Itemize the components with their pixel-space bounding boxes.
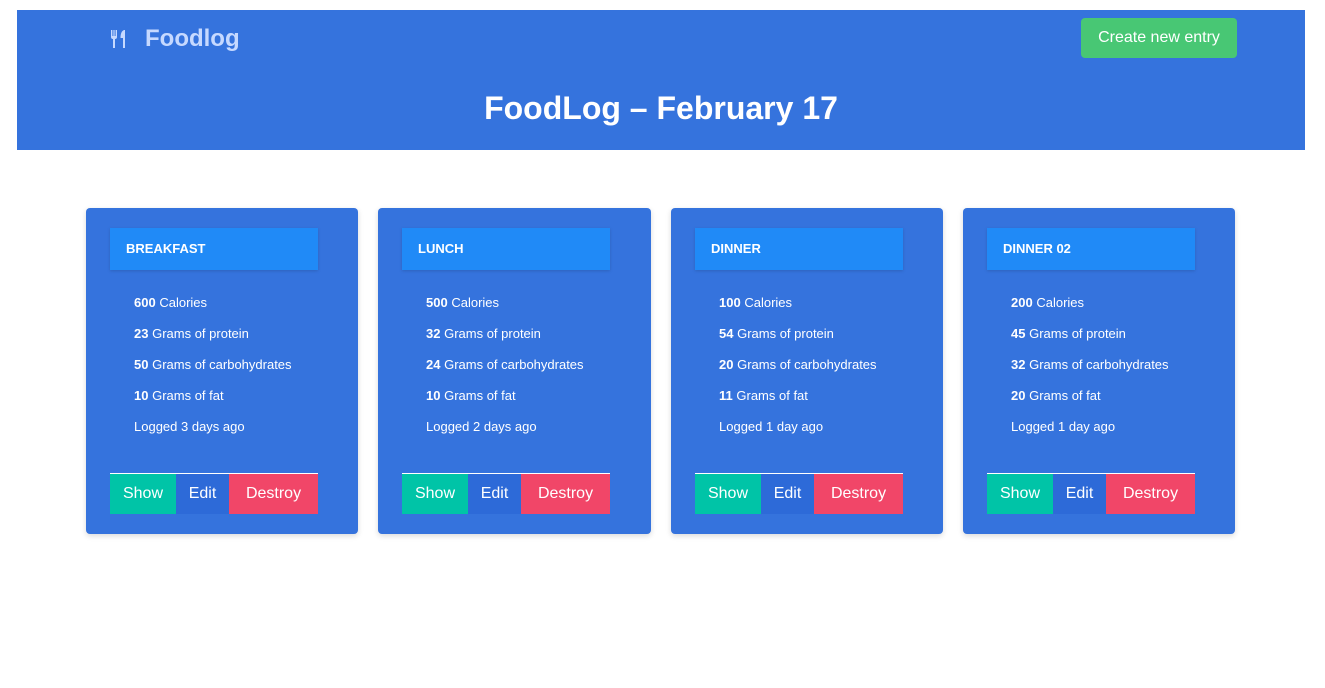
fat-label: Grams of fat	[1029, 388, 1101, 403]
fat-label: Grams of fat	[736, 388, 808, 403]
carbs-stat: 32 Grams of carbohydrates	[1011, 356, 1169, 387]
meal-cards: BREAKFAST 600 Calories 23 Grams of prote…	[86, 208, 1235, 534]
destroy-button[interactable]: Destroy	[814, 474, 903, 514]
calories-label: Calories	[1036, 295, 1085, 310]
card-actions: Show Edit Destroy	[695, 473, 903, 514]
calories-stat: 100 Calories	[719, 294, 877, 325]
fat-value: 11	[719, 388, 733, 403]
protein-value: 23	[134, 326, 149, 341]
calories-stat: 600 Calories	[134, 294, 292, 325]
logged-time: Logged 1 day ago	[1011, 419, 1116, 434]
carbs-stat: 20 Grams of carbohydrates	[719, 356, 877, 387]
calories-stat: 200 Calories	[1011, 294, 1169, 325]
logged-time: Logged 2 days ago	[426, 419, 537, 434]
meal-card-title: DINNER 02	[987, 228, 1195, 270]
carbs-value: 20	[719, 357, 734, 372]
edit-button[interactable]: Edit	[176, 474, 229, 514]
show-button[interactable]: Show	[110, 474, 176, 514]
protein-value: 32	[426, 326, 441, 341]
protein-label: Grams of protein	[152, 326, 249, 341]
carbs-value: 32	[1011, 357, 1026, 372]
card-actions: Show Edit Destroy	[110, 473, 318, 514]
protein-value: 45	[1011, 326, 1026, 341]
calories-value: 100	[719, 295, 741, 310]
logged-time: Logged 1 day ago	[719, 419, 824, 434]
protein-stat: 23 Grams of protein	[134, 325, 292, 356]
protein-label: Grams of protein	[737, 326, 834, 341]
protein-value: 54	[719, 326, 734, 341]
meal-card-title: LUNCH	[402, 228, 610, 270]
edit-button[interactable]: Edit	[1053, 474, 1106, 514]
protein-stat: 32 Grams of protein	[426, 325, 584, 356]
edit-button[interactable]: Edit	[761, 474, 814, 514]
calories-stat: 500 Calories	[426, 294, 584, 325]
protein-label: Grams of protein	[444, 326, 541, 341]
carbs-label: Grams of carbohydrates	[152, 357, 292, 372]
edit-button[interactable]: Edit	[468, 474, 521, 514]
meal-stats: 600 Calories 23 Grams of protein 50 Gram…	[134, 294, 292, 449]
brand-name: Foodlog	[145, 25, 240, 52]
meal-card-lunch: LUNCH 500 Calories 32 Grams of protein 2…	[378, 208, 651, 534]
page-title: FoodLog – February 17	[484, 90, 838, 126]
card-actions: Show Edit Destroy	[987, 473, 1195, 514]
meal-stats: 500 Calories 32 Grams of protein 24 Gram…	[426, 294, 584, 449]
card-actions: Show Edit Destroy	[402, 473, 610, 514]
brand-link[interactable]: Foodlog	[109, 25, 240, 53]
destroy-button[interactable]: Destroy	[229, 474, 318, 514]
calories-label: Calories	[159, 295, 208, 310]
meal-stats: 200 Calories 45 Grams of protein 32 Gram…	[1011, 294, 1169, 449]
protein-stat: 54 Grams of protein	[719, 325, 877, 356]
fat-value: 10	[426, 388, 441, 403]
calories-value: 200	[1011, 295, 1033, 310]
fat-label: Grams of fat	[444, 388, 516, 403]
logged-time: Logged 3 days ago	[134, 419, 245, 434]
meal-card-dinner-02: DINNER 02 200 Calories 45 Grams of prote…	[963, 208, 1235, 534]
fat-value: 20	[1011, 388, 1026, 403]
carbs-value: 50	[134, 357, 149, 372]
fork-knife-icon	[109, 29, 129, 49]
show-button[interactable]: Show	[987, 474, 1053, 514]
fat-value: 10	[134, 388, 149, 403]
carbs-label: Grams of carbohydrates	[1029, 357, 1169, 372]
hero-header: Foodlog Create new entry FoodLog – Febru…	[17, 10, 1305, 150]
carbs-label: Grams of carbohydrates	[737, 357, 877, 372]
carbs-stat: 50 Grams of carbohydrates	[134, 356, 292, 387]
create-new-entry-button[interactable]: Create new entry	[1081, 18, 1237, 58]
protein-stat: 45 Grams of protein	[1011, 325, 1169, 356]
show-button[interactable]: Show	[695, 474, 761, 514]
fat-label: Grams of fat	[152, 388, 224, 403]
meal-card-title: DINNER	[695, 228, 903, 270]
fat-stat: 11 Grams of fat	[719, 387, 877, 418]
fat-stat: 10 Grams of fat	[134, 387, 292, 418]
fat-stat: 20 Grams of fat	[1011, 387, 1169, 418]
carbs-stat: 24 Grams of carbohydrates	[426, 356, 584, 387]
destroy-button[interactable]: Destroy	[521, 474, 610, 514]
fat-stat: 10 Grams of fat	[426, 387, 584, 418]
meal-card-title: BREAKFAST	[110, 228, 318, 270]
calories-value: 600	[134, 295, 156, 310]
protein-label: Grams of protein	[1029, 326, 1126, 341]
carbs-value: 24	[426, 357, 441, 372]
calories-label: Calories	[451, 295, 500, 310]
calories-label: Calories	[744, 295, 793, 310]
show-button[interactable]: Show	[402, 474, 468, 514]
destroy-button[interactable]: Destroy	[1106, 474, 1195, 514]
meal-stats: 100 Calories 54 Grams of protein 20 Gram…	[719, 294, 877, 449]
meal-card-dinner: DINNER 100 Calories 54 Grams of protein …	[671, 208, 943, 534]
calories-value: 500	[426, 295, 448, 310]
carbs-label: Grams of carbohydrates	[444, 357, 584, 372]
meal-card-breakfast: BREAKFAST 600 Calories 23 Grams of prote…	[86, 208, 358, 534]
